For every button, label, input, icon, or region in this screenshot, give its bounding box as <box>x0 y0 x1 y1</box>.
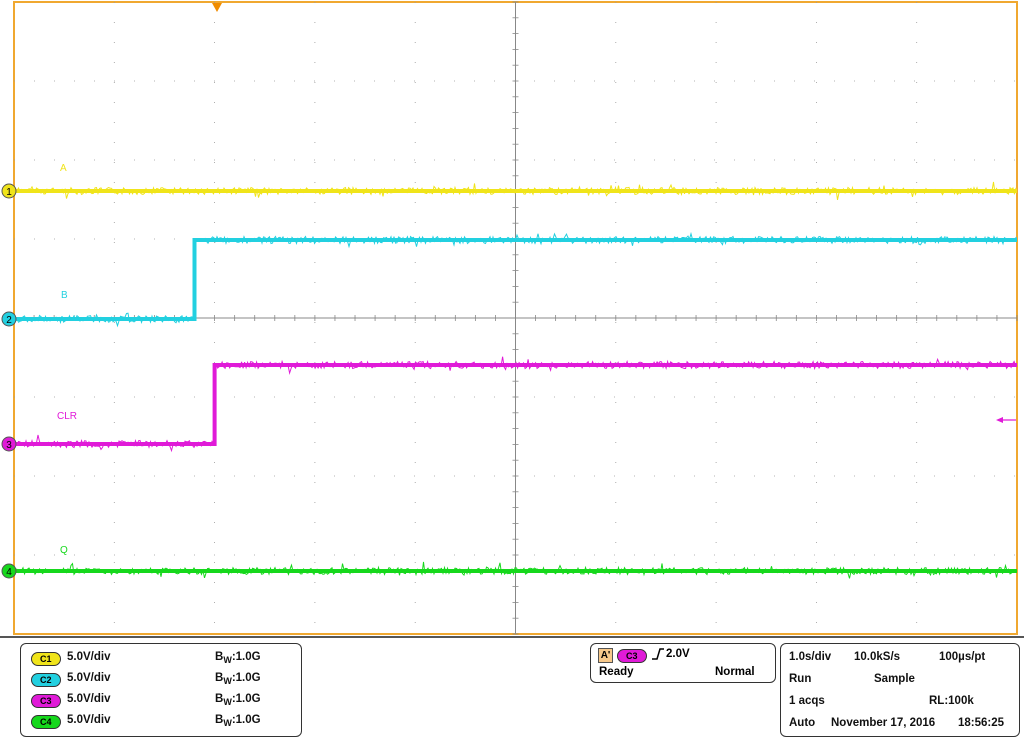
c3-scale: 5.0V/div <box>67 693 111 705</box>
c1-scale: 5.0V/div <box>67 651 111 663</box>
timebase[interactable]: 1.0s/div <box>789 651 831 663</box>
trigger-level: 2.0V <box>666 648 690 660</box>
trace-label-b: B <box>61 290 68 301</box>
acquisition-panel[interactable]: 1.0s/div 10.0kS/s 100µs/pt Run Sample 1 … <box>780 643 1020 737</box>
arrow-left-icon[interactable] <box>996 417 1016 423</box>
c2-bandwidth: BW:1.0G <box>215 672 261 686</box>
record-length: RL:100k <box>929 695 974 707</box>
channel-row[interactable]: C3 5.0V/div BW:1.0G <box>29 690 299 710</box>
ch4-marker-label: 4 <box>6 567 12 578</box>
c3-bandwidth: BW:1.0G <box>215 693 261 707</box>
channel-row[interactable]: C1 5.0V/div BW:1.0G <box>29 648 299 668</box>
trigger-state: Ready <box>599 666 634 678</box>
date: November 17, 2016 <box>831 717 936 729</box>
run-state[interactable]: Run <box>789 673 811 685</box>
trigger-mode: Auto <box>789 717 816 729</box>
trace-label-clr: CLR <box>57 411 77 422</box>
c4-chip[interactable]: C4 <box>31 715 61 729</box>
acquisition-count: 1 acqs <box>789 695 825 707</box>
channel-row[interactable]: C2 5.0V/div BW:1.0G <box>29 669 299 689</box>
c4-bandwidth: BW:1.0G <box>215 714 261 728</box>
waveform-plot: A B CLR Q 1 2 3 4 <box>1 1 1018 635</box>
resolution: 100µs/pt <box>939 651 986 663</box>
trigger-panel[interactable]: A' C3 2.0V Ready Normal <box>590 643 776 683</box>
channel-row[interactable]: C4 5.0V/div BW:1.0G <box>29 711 299 731</box>
ch3-marker-label: 3 <box>6 440 12 451</box>
trace-labels: A B CLR Q <box>57 163 77 556</box>
trace-clr <box>13 356 1017 453</box>
status-bar: C1 5.0V/div BW:1.0G C2 5.0V/div BW:1.0G … <box>0 636 1024 738</box>
c1-chip[interactable]: C1 <box>31 652 61 666</box>
c4-scale: 5.0V/div <box>67 714 111 726</box>
trigger-source-chip[interactable]: C3 <box>617 649 647 663</box>
triangle-down-icon[interactable] <box>212 3 222 12</box>
c2-scale: 5.0V/div <box>67 672 111 684</box>
scope-display: A B CLR Q 1 2 3 4 <box>0 0 1024 636</box>
channel-markers: 1 2 3 4 <box>1 3 1016 579</box>
c3-chip[interactable]: C3 <box>31 694 61 708</box>
trigger-type: Normal <box>715 666 755 678</box>
c1-bandwidth: BW:1.0G <box>215 651 261 665</box>
time: 18:56:25 <box>958 717 1005 729</box>
acquisition-mode: Sample <box>874 673 915 685</box>
channels-panel: C1 5.0V/div BW:1.0G C2 5.0V/div BW:1.0G … <box>20 643 302 737</box>
trace-label-a: A <box>60 163 67 174</box>
trigger-mode-badge[interactable]: A' <box>598 648 613 663</box>
ch1-marker-label: 1 <box>6 187 12 198</box>
rising-edge-icon <box>652 648 664 660</box>
c2-chip[interactable]: C2 <box>31 673 61 687</box>
ch2-marker-label: 2 <box>6 315 12 326</box>
trace-label-q: Q <box>60 545 68 556</box>
sample-rate: 10.0kS/s <box>854 651 901 663</box>
